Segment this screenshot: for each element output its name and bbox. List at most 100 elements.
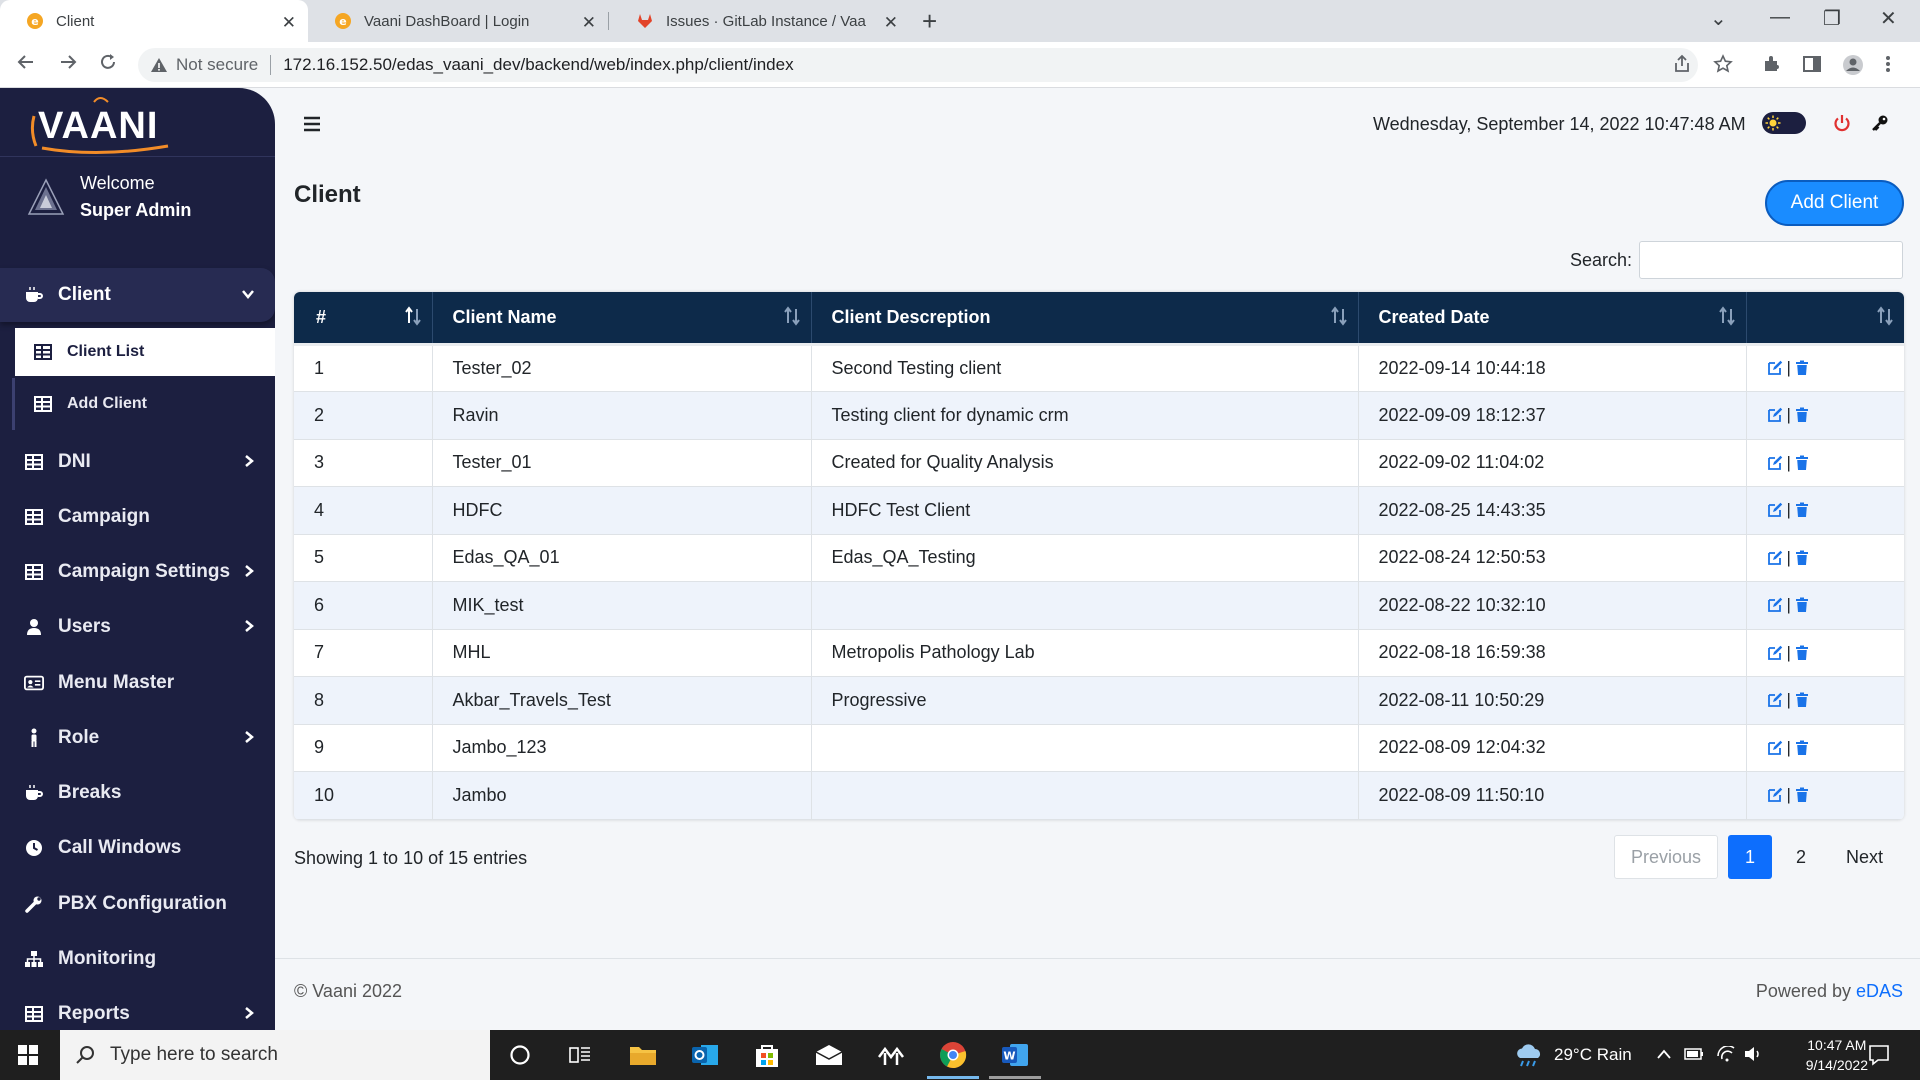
- share-icon[interactable]: [1672, 54, 1692, 74]
- column-header-actions[interactable]: [1746, 292, 1904, 346]
- edit-icon[interactable]: [1767, 597, 1783, 613]
- theme-toggle[interactable]: [1762, 112, 1806, 134]
- search-input[interactable]: [1639, 241, 1903, 279]
- new-tab-icon[interactable]: +: [922, 6, 937, 37]
- table-info: Showing 1 to 10 of 15 entries: [294, 848, 528, 868]
- microsoft-store-icon[interactable]: [751, 1039, 783, 1071]
- edit-icon[interactable]: [1767, 692, 1783, 708]
- column-header-client-name[interactable]: Client Name: [432, 292, 812, 346]
- weather-widget[interactable]: 29°C Rain: [1514, 1030, 1632, 1080]
- notifications-icon[interactable]: [1868, 1044, 1890, 1066]
- sidebar-item-breaks[interactable]: Breaks: [0, 773, 275, 813]
- page-1-button[interactable]: 1: [1728, 835, 1773, 879]
- sidebar-subitem-add-client[interactable]: Add Client: [12, 378, 275, 430]
- sidebar-item-pbx-configuration[interactable]: PBX Configuration: [0, 884, 275, 924]
- trash-icon[interactable]: [1795, 692, 1809, 708]
- cell-client-description: [811, 581, 1359, 630]
- side-panel-icon[interactable]: [1802, 54, 1822, 74]
- back-icon[interactable]: [16, 52, 36, 72]
- trash-icon[interactable]: [1795, 455, 1809, 471]
- taskbar-search-box[interactable]: Type here to search: [60, 1030, 490, 1080]
- teams-arrows-icon[interactable]: [875, 1039, 907, 1071]
- vaani-logo: VAANI: [30, 97, 169, 155]
- cortana-icon[interactable]: [504, 1039, 536, 1071]
- edit-icon[interactable]: [1767, 645, 1783, 661]
- chevron-up-icon[interactable]: [1656, 1048, 1672, 1060]
- sidebar-item-menu-master[interactable]: Menu Master: [0, 663, 275, 703]
- reload-icon[interactable]: [98, 52, 118, 72]
- column-header-number[interactable]: #: [294, 292, 433, 346]
- file-explorer-icon[interactable]: [627, 1039, 659, 1071]
- key-icon[interactable]: [1871, 114, 1889, 132]
- windows-taskbar: Type here to search W 29°C Rain 10:47 AM…: [0, 1030, 1920, 1080]
- edit-icon[interactable]: [1767, 787, 1783, 803]
- trash-icon[interactable]: [1795, 740, 1809, 756]
- sun-icon: [1763, 113, 1783, 133]
- cell-created-date: 2022-09-09 18:12:37: [1358, 391, 1747, 440]
- sidebar-subitem-client-list[interactable]: Client List: [12, 328, 275, 376]
- sidebar-item-campaign-settings[interactable]: Campaign Settings: [0, 552, 275, 592]
- close-tab-icon[interactable]: ✕: [282, 13, 296, 33]
- profile-avatar-icon[interactable]: [1842, 54, 1864, 76]
- edit-icon[interactable]: [1767, 407, 1783, 423]
- forward-icon[interactable]: [58, 52, 78, 72]
- edit-icon[interactable]: [1767, 740, 1783, 756]
- maximize-icon[interactable]: ❐: [1823, 6, 1841, 31]
- trash-icon[interactable]: [1795, 787, 1809, 803]
- trash-icon[interactable]: [1795, 407, 1809, 423]
- sidebar-item-client[interactable]: Client: [0, 268, 275, 322]
- trash-icon[interactable]: [1795, 597, 1809, 613]
- table-icon: [24, 507, 44, 527]
- window-close-icon[interactable]: ✕: [1880, 6, 1897, 31]
- close-tab-icon[interactable]: ✕: [582, 13, 596, 33]
- volume-icon[interactable]: [1744, 1046, 1762, 1062]
- sidebar-item-monitoring[interactable]: Monitoring: [0, 939, 275, 979]
- battery-icon[interactable]: [1684, 1047, 1704, 1061]
- word-icon[interactable]: W: [999, 1039, 1031, 1071]
- page-title: Client: [294, 181, 361, 208]
- add-client-button[interactable]: Add Client: [1765, 180, 1904, 226]
- minimize-icon[interactable]: —: [1770, 6, 1790, 29]
- bookmark-star-icon[interactable]: [1713, 54, 1733, 74]
- previous-page-button[interactable]: Previous: [1614, 835, 1719, 879]
- browser-menu-icon[interactable]: [1885, 54, 1891, 74]
- column-header-client-description[interactable]: Client Descreption: [811, 292, 1359, 346]
- browser-tab-client[interactable]: e Client ✕: [0, 0, 308, 42]
- sidebar-item-campaign[interactable]: Campaign: [0, 497, 275, 537]
- sort-icon: [783, 306, 800, 326]
- cell-number: 9: [294, 724, 433, 772]
- column-header-created-date[interactable]: Created Date: [1358, 292, 1747, 346]
- trash-icon[interactable]: [1795, 360, 1809, 376]
- outlook-icon[interactable]: [689, 1039, 721, 1071]
- sidebar-item-call-windows[interactable]: Call Windows: [0, 828, 275, 868]
- edit-icon[interactable]: [1767, 360, 1783, 376]
- trash-icon[interactable]: [1795, 645, 1809, 661]
- edit-icon[interactable]: [1767, 550, 1783, 566]
- sidebar-item-dni[interactable]: DNI: [0, 442, 275, 482]
- close-tab-icon[interactable]: ✕: [884, 13, 898, 33]
- trash-icon[interactable]: [1795, 502, 1809, 518]
- tab-search-icon[interactable]: ⌄: [1710, 6, 1727, 31]
- next-page-button[interactable]: Next: [1830, 835, 1899, 879]
- edit-icon[interactable]: [1767, 455, 1783, 471]
- sidebar-item-label: Client: [58, 284, 111, 305]
- edit-icon[interactable]: [1767, 502, 1783, 518]
- extensions-icon[interactable]: [1762, 54, 1782, 74]
- wifi-icon[interactable]: [1716, 1046, 1736, 1062]
- task-view-icon[interactable]: [564, 1039, 596, 1071]
- browser-tab-login[interactable]: e Vaani DashBoard | Login ✕: [308, 0, 608, 42]
- power-logout-icon[interactable]: [1833, 114, 1851, 132]
- windows-start-icon[interactable]: [18, 1045, 38, 1065]
- chrome-icon[interactable]: [937, 1039, 969, 1071]
- trash-icon[interactable]: [1795, 550, 1809, 566]
- sidebar-item-role[interactable]: Role: [0, 718, 275, 758]
- page-2-button[interactable]: 2: [1780, 835, 1822, 879]
- address-bar[interactable]: Not secure 172.16.152.50/edas_vaani_dev/…: [138, 48, 1698, 82]
- sidebar-item-reports[interactable]: Reports: [0, 994, 275, 1030]
- mail-icon[interactable]: [813, 1039, 845, 1071]
- edas-link[interactable]: eDAS: [1856, 981, 1903, 1001]
- sidebar-item-users[interactable]: Users: [0, 607, 275, 647]
- hamburger-menu-icon[interactable]: [303, 116, 321, 132]
- browser-tab-gitlab[interactable]: Issues · GitLab Instance / Vaani2.0 ✕: [610, 0, 910, 42]
- taskbar-clock[interactable]: 10:47 AM 9/14/2022: [1806, 1035, 1868, 1075]
